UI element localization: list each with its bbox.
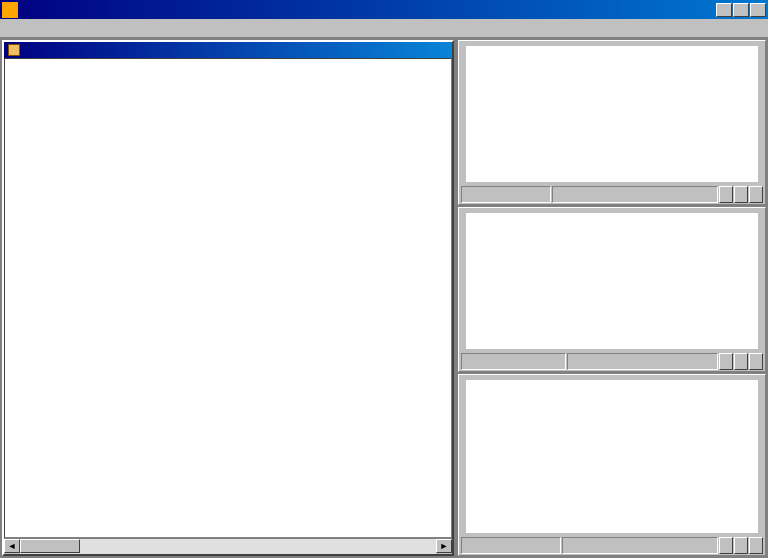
graph-panel-time — [458, 40, 766, 205]
graph-mode-label — [552, 186, 718, 203]
graph-lin-button[interactable] — [719, 186, 733, 203]
graph-lin-button[interactable] — [719, 353, 733, 370]
graph-autoscale-button[interactable] — [734, 537, 748, 554]
scroll-thumb[interactable] — [20, 539, 80, 553]
graph-rec-button[interactable] — [749, 353, 763, 370]
file-c-icon — [8, 44, 20, 56]
graph-panel-dual — [458, 374, 766, 556]
scroll-track[interactable] — [20, 539, 436, 554]
graph-cursor-readout — [461, 537, 561, 554]
graph-mode-label — [562, 537, 718, 554]
scroll-left-button[interactable]: ◄ — [4, 539, 20, 553]
code-body[interactable] — [4, 58, 452, 538]
graph-plot-fft[interactable] — [465, 212, 759, 350]
graph-mode-label — [567, 353, 718, 370]
close-button[interactable] — [750, 3, 766, 17]
right-pane — [456, 38, 768, 558]
graph-plot-dual[interactable] — [465, 379, 759, 534]
graph-cursor-readout — [461, 186, 551, 203]
left-pane: ◄ ► — [0, 38, 456, 558]
editor-titlebar[interactable] — [4, 42, 452, 58]
graph-statusbar-dual — [459, 536, 765, 555]
horizontal-scrollbar[interactable]: ◄ ► — [4, 538, 452, 554]
scroll-right-button[interactable]: ► — [436, 539, 452, 553]
graph-plot-time[interactable] — [465, 45, 759, 183]
graph-extra-button[interactable] — [749, 186, 763, 203]
app-icon — [2, 2, 18, 18]
window-titlebar — [0, 0, 768, 19]
graph-autoscale-button[interactable] — [734, 353, 748, 370]
menubar — [0, 19, 768, 38]
graph-statusbar-time — [459, 185, 765, 204]
graph-autoscale-button[interactable] — [734, 186, 748, 203]
graph-cursor-readout — [461, 353, 566, 370]
graph-lin-button[interactable] — [719, 537, 733, 554]
code-editor-window: ◄ ► — [2, 40, 454, 556]
graph-panel-fft — [458, 207, 766, 372]
workspace: ◄ ► — [0, 38, 768, 558]
minimize-button[interactable] — [716, 3, 732, 17]
maximize-button[interactable] — [733, 3, 749, 17]
graph-extra-button[interactable] — [749, 537, 763, 554]
graph-statusbar-fft — [459, 352, 765, 371]
